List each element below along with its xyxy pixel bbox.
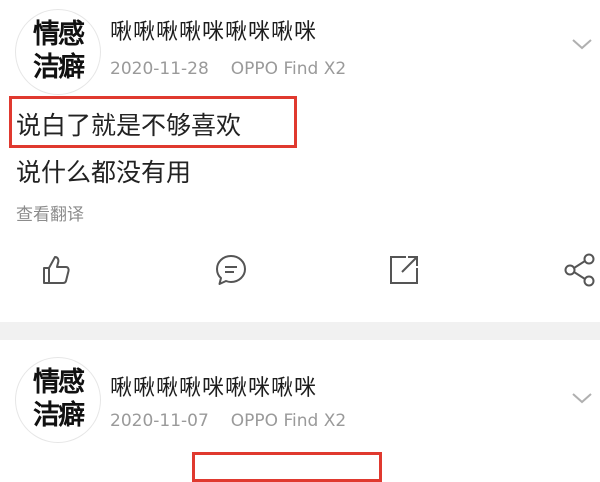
- highlight-box: [192, 452, 382, 482]
- post-device: OPPO Find X2: [230, 59, 347, 79]
- more-share-icon[interactable]: [562, 252, 598, 288]
- post-meta: 2020-11-07 OPPO Find X2: [110, 411, 346, 431]
- post-meta: 2020-11-28 OPPO Find X2: [110, 59, 346, 79]
- translate-link[interactable]: 查看翻译: [16, 200, 84, 225]
- share-icon[interactable]: [386, 252, 422, 288]
- post-date: 2020-11-07: [110, 411, 209, 431]
- like-icon[interactable]: [38, 252, 74, 288]
- username[interactable]: 啾啾啾啾咪啾咪啾咪: [110, 14, 317, 46]
- comment-icon[interactable]: [213, 252, 249, 288]
- chevron-down-icon[interactable]: [570, 386, 594, 410]
- post-text-line: 说白了就是不够喜欢: [16, 111, 242, 140]
- post-device: OPPO Find X2: [230, 411, 347, 431]
- chevron-down-icon[interactable]: [570, 32, 594, 56]
- avatar[interactable]: 情感 洁癖: [16, 358, 100, 442]
- avatar[interactable]: 情感 洁癖: [16, 10, 100, 94]
- post-card: 情感 洁癖 啾啾啾啾咪啾咪啾咪 2020-11-07 OPPO Find X2: [0, 340, 600, 482]
- post-date: 2020-11-28: [110, 59, 209, 79]
- post-text-line: 说什么都没有用: [16, 158, 192, 187]
- avatar-text: 情感 洁癖: [33, 367, 85, 431]
- post-card: 情感 洁癖 啾啾啾啾咪啾咪啾咪 2020-11-28 OPPO Find X2 说…: [0, 0, 600, 322]
- post-separator: [0, 322, 600, 340]
- avatar-text: 情感 洁癖: [33, 19, 85, 83]
- username[interactable]: 啾啾啾啾咪啾咪啾咪: [110, 370, 317, 402]
